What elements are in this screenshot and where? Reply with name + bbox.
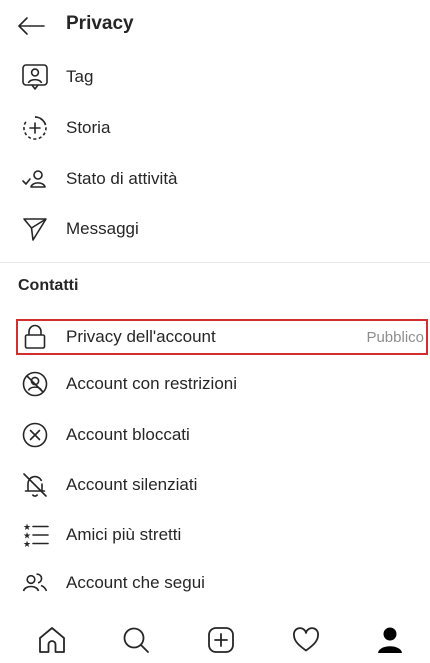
nav-activity[interactable] (286, 620, 326, 660)
menu-item-account-restrizioni[interactable]: Account con restrizioni (0, 360, 430, 408)
heart-icon (290, 624, 322, 656)
page-title: Privacy (66, 13, 134, 34)
lock-icon (18, 320, 52, 354)
menu-item-label: Messaggi (66, 219, 139, 238)
menu-item-amici-stretti[interactable]: ★ ★ ★ Amici più stretti (0, 511, 430, 559)
back-button[interactable] (14, 11, 48, 41)
menu-item-label: Stato di attività (66, 169, 178, 188)
paper-plane-icon (18, 212, 52, 246)
story-add-icon (18, 111, 52, 145)
menu-item-storia[interactable]: Storia (0, 104, 430, 152)
activity-status-icon (18, 162, 52, 196)
bottom-navigation (0, 612, 430, 663)
profile-icon (374, 624, 406, 656)
menu-item-label: Account bloccati (66, 425, 190, 444)
menu-item-label: Account con restrizioni (66, 374, 238, 393)
menu-item-account-bloccati[interactable]: Account bloccati (0, 411, 430, 459)
new-post-icon (205, 624, 237, 656)
header-bar: Privacy (0, 0, 430, 50)
following-icon (18, 566, 52, 600)
menu-item-tag[interactable]: Tag (0, 53, 430, 101)
home-icon (36, 624, 68, 656)
nav-new-post[interactable] (201, 620, 241, 660)
svg-text:★: ★ (23, 540, 31, 550)
menu-item-label: Privacy dell'account (66, 327, 216, 346)
privacy-status-value: Pubblico (366, 328, 424, 346)
search-icon (120, 624, 152, 656)
muted-bell-icon (18, 468, 52, 502)
tag-person-icon (18, 60, 52, 94)
blocked-icon (18, 418, 52, 452)
menu-item-stato-attivita[interactable]: Stato di attività (0, 155, 430, 203)
arrow-left-icon (16, 16, 46, 36)
menu-item-label: Account che segui (66, 573, 205, 592)
menu-item-account-silenziati[interactable]: Account silenziati (0, 461, 430, 509)
menu-item-label: Account silenziati (66, 475, 198, 494)
menu-item-label: Storia (66, 118, 111, 137)
section-divider (0, 262, 430, 263)
nav-home[interactable] (32, 620, 72, 660)
menu-item-label: Tag (66, 67, 94, 86)
section-title-contatti: Contatti (18, 277, 79, 294)
nav-profile[interactable] (370, 620, 410, 660)
menu-item-account-che-segui[interactable]: Account che segui (0, 559, 430, 607)
close-friends-list-icon: ★ ★ ★ (18, 518, 52, 552)
menu-item-messaggi[interactable]: Messaggi (0, 205, 430, 253)
nav-search[interactable] (116, 620, 156, 660)
menu-item-label: Amici più stretti (66, 525, 182, 544)
menu-item-privacy-account[interactable]: Privacy dell'account Pubblico (0, 313, 430, 361)
restricted-icon (18, 367, 52, 401)
